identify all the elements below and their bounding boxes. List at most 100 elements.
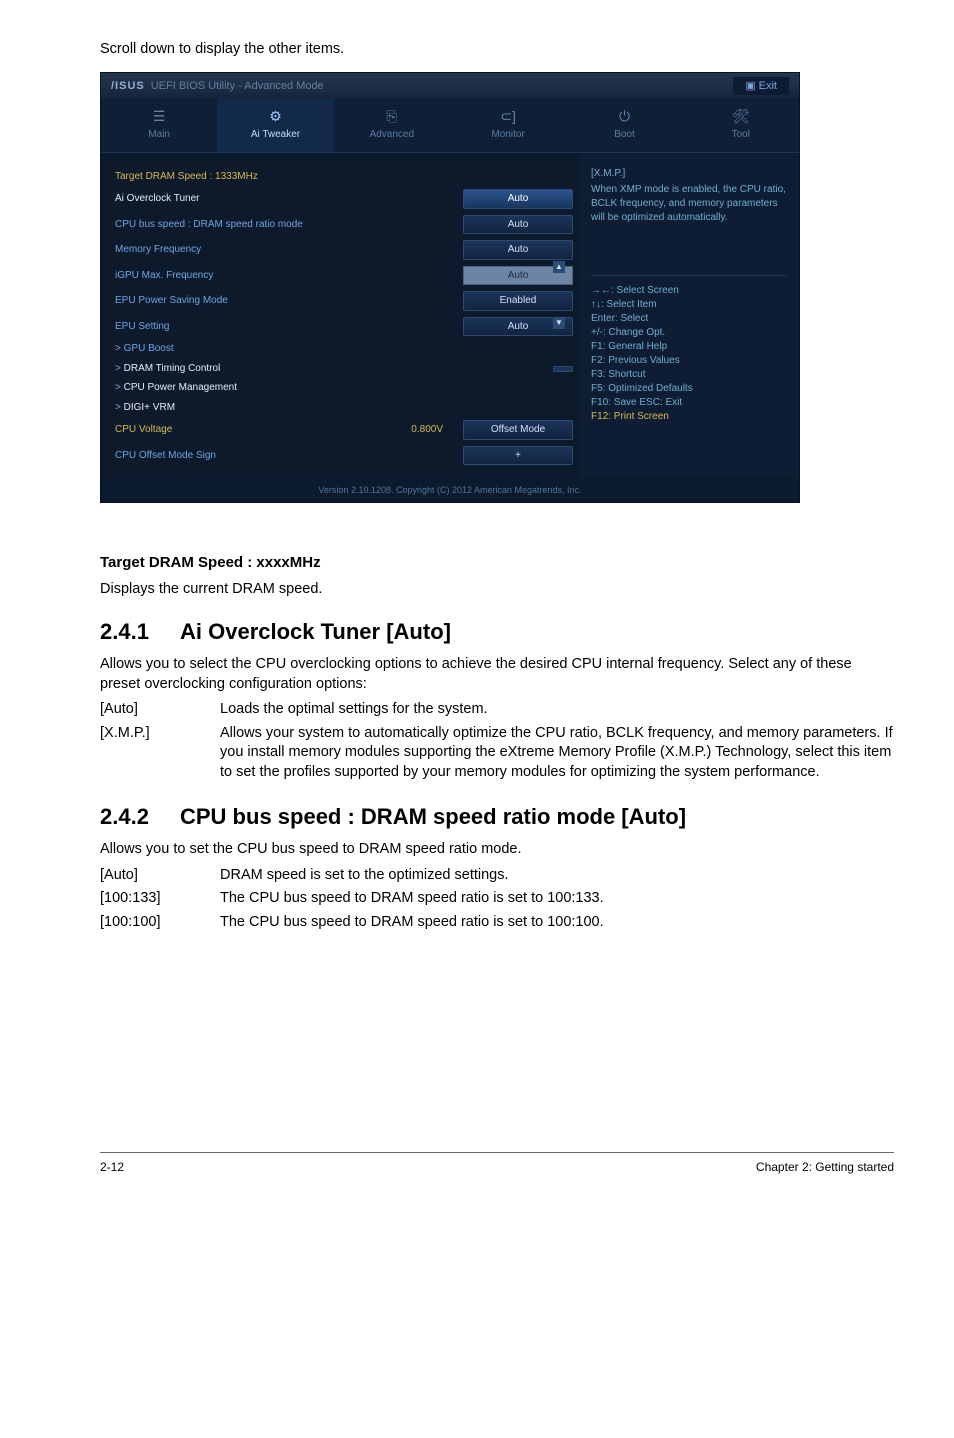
key-line: F2: Previous Values [591,354,787,368]
setting-label: CPU Power Management [115,381,573,395]
key-line: F10: Save ESC: Exit [591,396,787,410]
advanced-icon: ⎘ [338,107,446,126]
section-242-heading: 2.4.2 CPU bus speed : DRAM speed ratio m… [100,802,894,832]
tab-label: Advanced [370,129,414,140]
setting-label: EPU Power Saving Mode [115,294,463,308]
option-key: [X.M.P.] [100,724,220,783]
target-dram-desc: Displays the current DRAM speed. [100,580,894,600]
row-cpu-bus-speed[interactable]: CPU bus speed : DRAM speed ratio mode Au… [115,212,573,238]
scroll-down-arrow[interactable]: ▼ [553,317,565,329]
intro-text: Scroll down to display the other items. [100,40,894,60]
section-title: CPU bus speed : DRAM speed ratio mode [A… [180,802,686,832]
option-row: [Auto] DRAM speed is set to the optimize… [100,866,894,886]
setting-label: CPU bus speed : DRAM speed ratio mode [115,218,463,232]
setting-value[interactable]: + [463,446,573,466]
option-key: [Auto] [100,700,220,720]
scroll-up-arrow[interactable]: ▲ [553,261,565,273]
option-desc: Loads the optimal settings for the syste… [220,700,894,720]
option-row: [100:100] The CPU bus speed to DRAM spee… [100,913,894,933]
power-icon: ⏻ [570,107,678,126]
bios-settings-list: Target DRAM Speed : 1333MHz Ai Overclock… [101,153,579,479]
tab-label: Monitor [491,129,524,140]
section-number: 2.4.1 [100,617,180,647]
row-epu-setting[interactable]: EPU Setting Auto [115,314,573,340]
gear-icon: ⚙ [221,107,329,126]
setting-label: iGPU Max. Frequency [115,269,463,283]
tab-tool[interactable]: 🛠 Tool [683,99,799,151]
key-line: F5: Optimized Defaults [591,382,787,396]
help-title: [X.M.P.] [591,167,787,181]
option-row: [X.M.P.] Allows your system to automatic… [100,724,894,783]
bios-logo: /ISUS [111,79,145,94]
section-number: 2.4.2 [100,802,180,832]
tab-label: Main [148,129,170,140]
row-ai-overclock[interactable]: Ai Overclock Tuner Auto [115,186,573,212]
bios-titlebar: /ISUS UEFI BIOS Utility - Advanced Mode … [101,73,799,100]
setting-label: Target DRAM Speed : 1333MHz [115,170,573,184]
key-line: +/-: Change Opt. [591,326,787,340]
setting-label: CPU Offset Mode Sign [115,449,463,463]
page-number: 2-12 [100,1159,124,1175]
exit-icon: ▣ [745,80,758,92]
tab-advanced[interactable]: ⎘ Advanced [334,99,450,151]
list-icon: ☰ [105,107,213,126]
tab-ai-tweaker[interactable]: ⚙ Ai Tweaker [217,99,333,151]
option-desc: Allows your system to automatically opti… [220,724,894,783]
bios-exit-button[interactable]: ▣ Exit [733,77,789,96]
setting-label: Memory Frequency [115,243,463,257]
setting-label: DIGI+ VRM [115,401,573,415]
row-cpu-power-mgmt[interactable]: CPU Power Management [115,378,573,398]
monitor-icon: ⊂] [454,107,562,126]
section-241-heading: 2.4.1 Ai Overclock Tuner [Auto] [100,617,894,647]
row-igpu-max-freq[interactable]: iGPU Max. Frequency Auto [115,263,573,289]
section-242-body: Allows you to set the CPU bus speed to D… [100,840,894,860]
setting-value[interactable]: Auto [463,189,573,209]
key-hints: →←: Select Screen ↑↓: Select Item Enter:… [591,275,787,424]
tab-label: Tool [732,129,750,140]
bios-help-panel: [X.M.P.] When XMP mode is enabled, the C… [579,153,799,479]
bios-footer: Version 2.10.1208. Copyright (C) 2012 Am… [101,478,799,502]
tab-label: Boot [614,129,635,140]
row-gpu-boost[interactable]: GPU Boost [115,339,573,359]
tool-icon: 🛠 [687,107,795,126]
row-cpu-voltage[interactable]: CPU Voltage 0.800V Offset Mode [115,417,573,443]
key-line: F12: Print Screen [591,410,787,424]
setting-value[interactable]: Auto [463,215,573,235]
chapter-label: Chapter 2: Getting started [756,1159,894,1175]
setting-value[interactable]: Enabled [463,291,573,311]
setting-value[interactable]: Offset Mode [463,420,573,440]
target-dram-heading: Target DRAM Speed : xxxxMHz [100,553,894,573]
tab-main[interactable]: ☰ Main [101,99,217,151]
setting-label: Ai Overclock Tuner [115,192,463,206]
setting-value[interactable] [553,366,573,372]
option-desc: DRAM speed is set to the optimized setti… [220,866,894,886]
exit-label: Exit [759,80,777,92]
tab-monitor[interactable]: ⊂] Monitor [450,99,566,151]
setting-label: CPU Voltage [115,423,411,437]
key-line: ↑↓: Select Item [591,298,787,312]
help-text: When XMP mode is enabled, the CPU ratio,… [591,183,787,225]
row-epu-power-saving[interactable]: EPU Power Saving Mode Enabled [115,288,573,314]
row-digi-vrm[interactable]: DIGI+ VRM [115,398,573,418]
row-cpu-offset-sign[interactable]: CPU Offset Mode Sign + [115,443,573,469]
voltage-value: 0.800V [411,423,443,437]
bios-title: UEFI BIOS Utility - Advanced Mode [151,79,324,94]
key-line: F1: General Help [591,340,787,354]
setting-value[interactable]: Auto [463,240,573,260]
option-key: [100:100] [100,913,220,933]
bios-screenshot: /ISUS UEFI BIOS Utility - Advanced Mode … [100,72,800,504]
setting-label: DRAM Timing Control [115,362,553,376]
row-target-dram: Target DRAM Speed : 1333MHz [115,167,573,187]
option-row: [100:133] The CPU bus speed to DRAM spee… [100,889,894,909]
row-dram-timing[interactable]: DRAM Timing Control [115,359,573,379]
option-key: [Auto] [100,866,220,886]
row-memory-freq[interactable]: Memory Frequency Auto [115,237,573,263]
page-footer: 2-12 Chapter 2: Getting started [100,1152,894,1175]
tab-label: Ai Tweaker [251,129,300,140]
setting-label: GPU Boost [115,342,573,356]
option-desc: The CPU bus speed to DRAM speed ratio is… [220,913,894,933]
option-key: [100:133] [100,889,220,909]
section-241-body: Allows you to select the CPU overclockin… [100,655,894,694]
key-line: →←: Select Screen [591,284,787,298]
tab-boot[interactable]: ⏻ Boot [566,99,682,151]
